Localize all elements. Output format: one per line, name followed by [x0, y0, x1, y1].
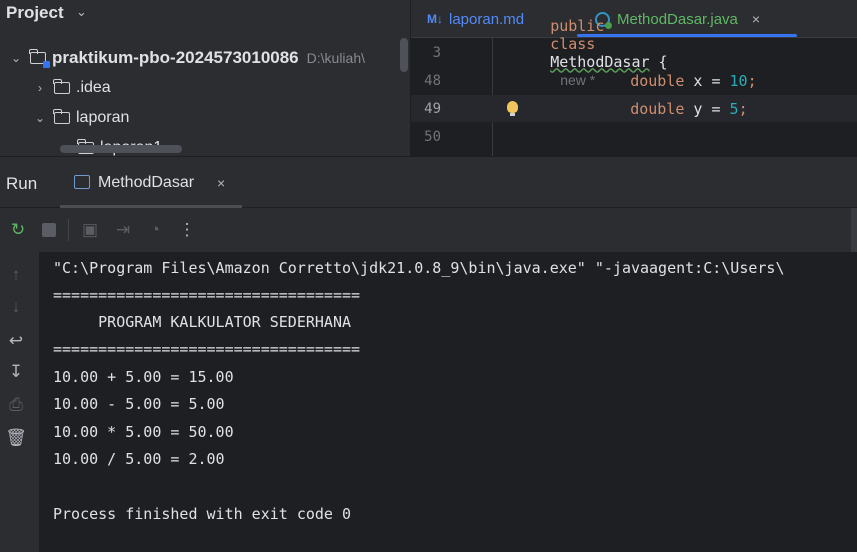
tree-item-idea[interactable]: › .idea — [32, 74, 111, 102]
folder-icon — [53, 79, 70, 94]
console-line: 10.00 + 5.00 = 15.00 — [53, 368, 234, 386]
camera-icon[interactable]: ▣ — [80, 220, 100, 240]
console-line: 10.00 / 5.00 = 2.00 — [53, 450, 225, 468]
close-icon[interactable]: × — [217, 175, 225, 191]
keyword: public — [550, 16, 605, 35]
chevron-down-icon[interactable]: ⌄ — [8, 51, 24, 65]
project-pane: Project ⌄ ⌄ praktikum-pbo-2024573010086 … — [0, 0, 410, 156]
toolbar-separator — [68, 219, 69, 241]
arrow-down-icon[interactable]: ↓ — [6, 297, 26, 317]
tree-item-label: .idea — [76, 79, 111, 96]
tree-item-laporan[interactable]: ⌄ laporan — [32, 104, 129, 132]
code-line[interactable]: 50 — [411, 123, 857, 150]
project-title[interactable]: Project — [6, 3, 64, 23]
tree-item-project-root[interactable]: ⌄ praktikum-pbo-2024573010086 D:\kuliah\ — [8, 44, 365, 72]
line-number: 3 — [432, 44, 441, 61]
run-tab-methoddasar[interactable]: MethodDasar — [98, 174, 194, 192]
chevron-down-icon[interactable]: ⌄ — [32, 111, 48, 125]
module-folder-icon — [29, 49, 50, 68]
console-line: 10.00 * 5.00 = 50.00 — [53, 423, 234, 441]
vertical-scrollbar[interactable] — [851, 208, 857, 252]
type-keyword: double — [630, 99, 685, 118]
console-line: Process finished with exit code 0 — [53, 505, 352, 523]
vertical-scrollbar[interactable] — [400, 38, 408, 72]
line-number: 48 — [424, 72, 441, 89]
run-config-icon — [74, 175, 90, 189]
scroll-to-end-icon[interactable]: ↧ — [6, 362, 26, 382]
print-icon[interactable]: ⎙ — [6, 395, 26, 415]
keyword: class — [550, 34, 596, 53]
stop-icon[interactable] — [39, 220, 59, 240]
profiler-icon[interactable]: ◔ — [145, 220, 165, 240]
close-icon[interactable]: × — [752, 11, 760, 27]
number-literal: 5 — [729, 99, 739, 118]
console-line: PROGRAM KALKULATOR SEDERHANA — [53, 313, 352, 331]
tree-item-path: D:\kuliah\ — [306, 50, 365, 66]
console-line: 10.00 - 5.00 = 5.00 — [53, 395, 225, 413]
line-number: 50 — [424, 128, 441, 145]
editor-pane: M↓ laporan.md MethodDasar.java × 3 publi… — [411, 0, 857, 156]
console-line: ================================== — [53, 286, 361, 304]
soft-wrap-icon[interactable]: ↩ — [6, 331, 26, 351]
arrow-up-icon[interactable]: ↑ — [6, 265, 26, 285]
code-line-current[interactable]: 49 double y = 5; — [411, 95, 857, 122]
horizontal-scrollbar[interactable] — [60, 145, 182, 153]
markdown-icon: M↓ — [427, 12, 443, 26]
console-line: ================================== — [53, 340, 361, 358]
line-number: 49 — [424, 100, 441, 117]
console-output[interactable]: "C:\Program Files\Amazon Corretto\jdk21.… — [39, 252, 857, 552]
trash-icon[interactable]: 🗑 — [5, 428, 27, 448]
run-title: Run — [6, 174, 38, 193]
rerun-icon[interactable]: ↻ — [8, 220, 28, 240]
folder-icon — [53, 109, 70, 124]
import-icon[interactable]: ⇥ — [113, 220, 133, 240]
semicolon: ; — [747, 71, 757, 90]
semicolon: ; — [738, 99, 748, 118]
tree-item-label: laporan — [76, 109, 130, 126]
more-options-icon[interactable]: ⋮ — [177, 220, 197, 240]
tree-item-label: praktikum-pbo-2024573010086 — [52, 48, 299, 67]
chevron-down-icon[interactable]: ⌄ — [76, 4, 87, 20]
declaration: y = — [684, 99, 730, 118]
lightbulb-icon[interactable] — [507, 101, 518, 116]
console-line: "C:\Program Files\Amazon Corretto\jdk21.… — [53, 259, 785, 277]
chevron-right-icon[interactable]: › — [32, 81, 48, 95]
